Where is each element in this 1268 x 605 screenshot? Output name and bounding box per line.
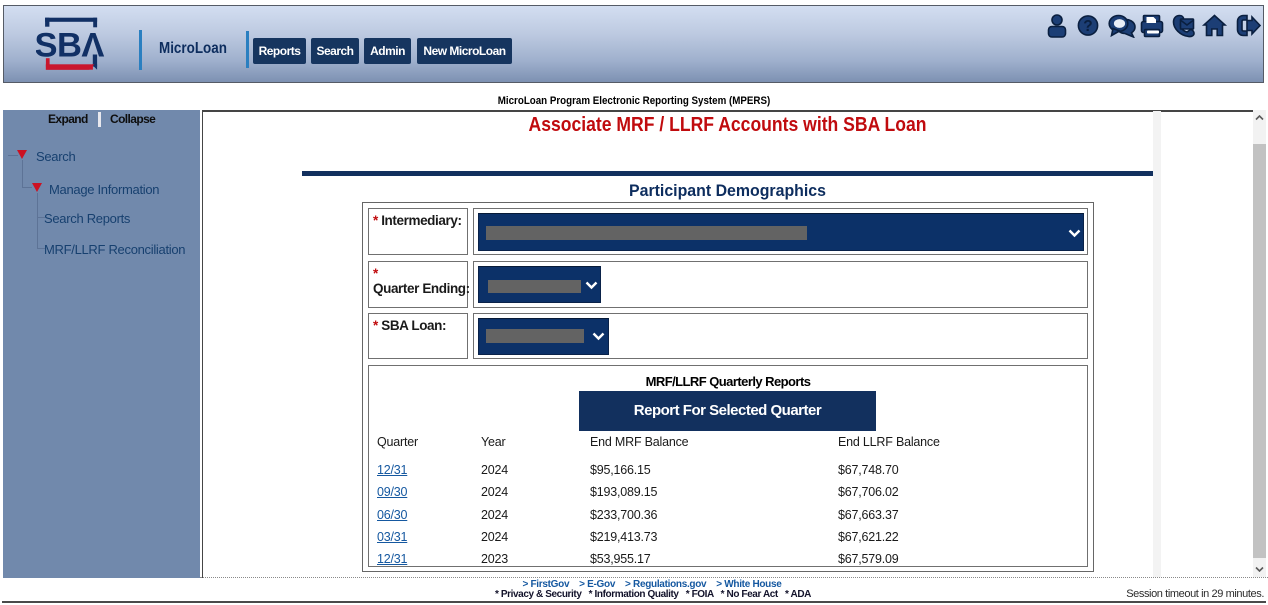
svg-text:SBΛ: SBΛ [36,27,104,65]
svg-text:?: ? [1083,18,1092,35]
